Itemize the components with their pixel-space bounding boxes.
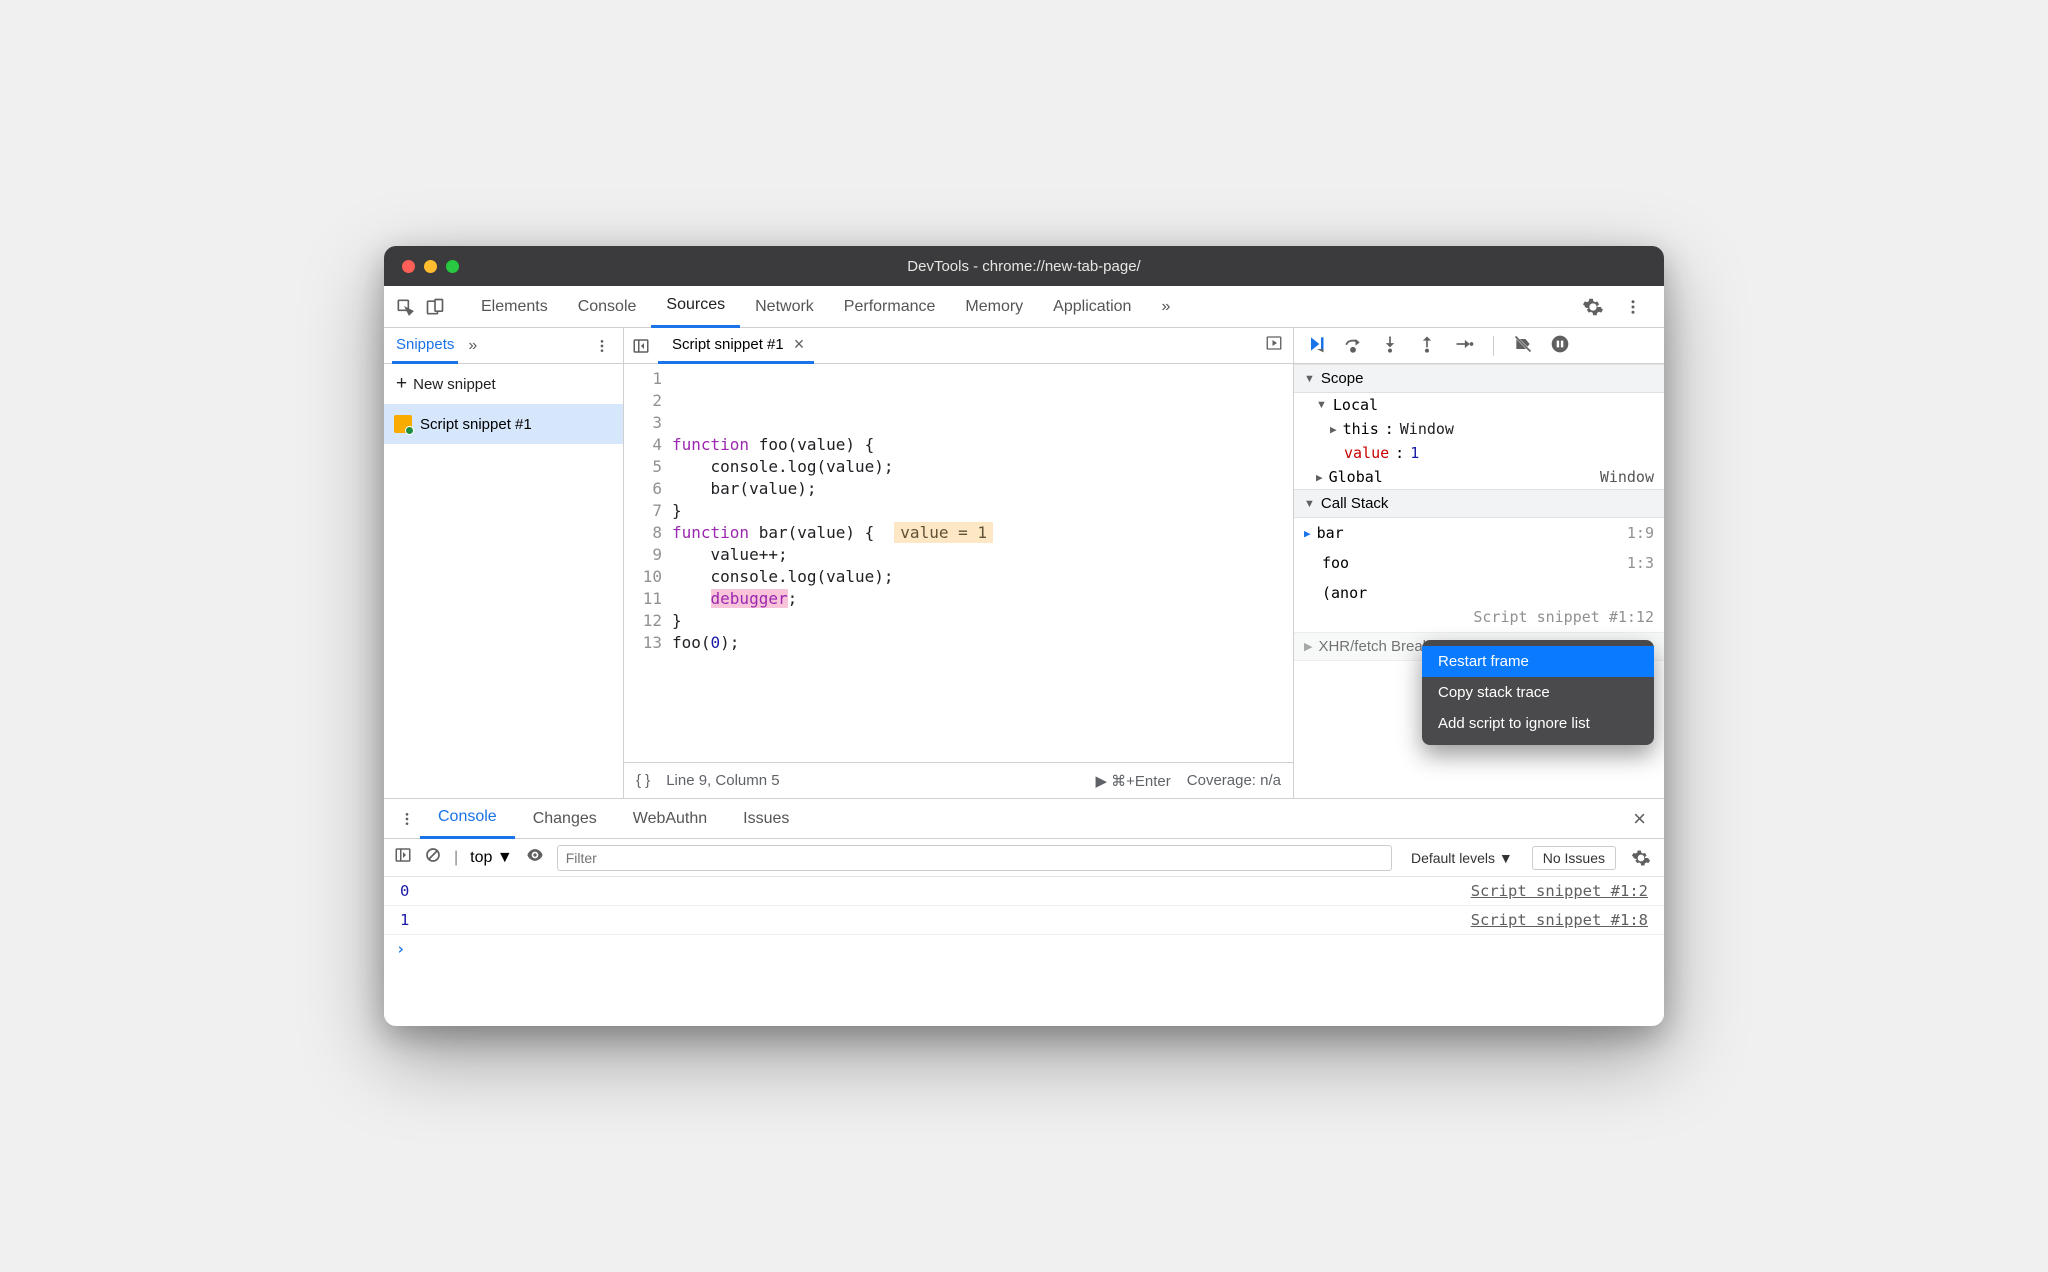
settings-icon[interactable]: [1580, 294, 1606, 320]
more-navigator-tabs-icon[interactable]: »: [468, 337, 477, 355]
editor-tab[interactable]: Script snippet #1 ×: [658, 328, 814, 364]
stack-frame-foo[interactable]: foo1:3: [1294, 548, 1664, 578]
tab-application[interactable]: Application: [1038, 286, 1146, 328]
snippet-item[interactable]: Script snippet #1: [384, 404, 623, 444]
tab-console[interactable]: Console: [563, 286, 652, 328]
ctx-copy-stack-trace[interactable]: Copy stack trace: [1422, 677, 1654, 708]
navigator-sidebar: Snippets » + New snippet Script snippet …: [384, 328, 624, 798]
drawer-tab-webauthn[interactable]: WebAuthn: [615, 799, 725, 839]
editor-tabs: Script snippet #1 ×: [624, 328, 1293, 364]
tab-elements[interactable]: Elements: [466, 286, 563, 328]
title-bar: DevTools - chrome://new-tab-page/: [384, 246, 1664, 286]
cursor-position: Line 9, Column 5: [666, 772, 779, 789]
step-out-icon[interactable]: [1417, 334, 1437, 358]
resume-icon[interactable]: [1306, 334, 1326, 358]
sidebar-tab-snippets[interactable]: Snippets: [392, 328, 458, 364]
coverage-status: Coverage: n/a: [1187, 772, 1281, 789]
ctx-add-ignore-list[interactable]: Add script to ignore list: [1422, 708, 1654, 739]
stack-frame-bar[interactable]: bar1:9: [1294, 518, 1664, 548]
console-row: 0Script snippet #1:2: [384, 877, 1664, 906]
main-tabstrip: Elements Console Sources Network Perform…: [384, 286, 1664, 328]
kebab-menu-icon[interactable]: [1620, 294, 1646, 320]
toolbar-right: [1580, 294, 1656, 320]
live-expression-icon[interactable]: [525, 845, 545, 870]
navigator-toggle-icon[interactable]: [624, 329, 658, 363]
drawer-tab-console[interactable]: Console: [420, 799, 515, 839]
drawer-tabs: Console Changes WebAuthn Issues ×: [384, 799, 1664, 839]
console-settings-icon[interactable]: [1628, 845, 1654, 871]
console-filter-input[interactable]: [557, 845, 1392, 871]
main-tabs: Elements Console Sources Network Perform…: [466, 286, 1576, 328]
device-toggle-icon[interactable]: [422, 294, 448, 320]
more-tabs-icon[interactable]: »: [1146, 286, 1185, 328]
scope-global[interactable]: ▶GlobalWindow: [1294, 465, 1664, 489]
stack-frame-anon[interactable]: (anor: [1294, 578, 1664, 608]
line-gutter: 12345678910111213: [624, 368, 672, 762]
editor-status-bar: { } Line 9, Column 5 ▶ ⌘+Enter Coverage:…: [624, 762, 1293, 798]
close-tab-icon[interactable]: ×: [794, 334, 805, 355]
console-location-link[interactable]: Script snippet #1:8: [1471, 911, 1648, 929]
step-over-icon[interactable]: [1343, 334, 1363, 358]
context-menu: Restart frame Copy stack trace Add scrip…: [1422, 640, 1654, 745]
scope-local[interactable]: ▼Local: [1294, 393, 1664, 417]
no-issues-button[interactable]: No Issues: [1532, 846, 1616, 870]
drawer: Console Changes WebAuthn Issues × | top …: [384, 798, 1664, 1026]
clear-console-icon[interactable]: [424, 846, 442, 869]
console-row: 1Script snippet #1:8: [384, 906, 1664, 935]
debugger-toolbar: [1294, 328, 1664, 364]
context-selector[interactable]: top ▼: [470, 849, 513, 867]
code-lines: function foo(value) { console.log(value)…: [672, 368, 1293, 762]
navigator-kebab-icon[interactable]: [589, 333, 615, 359]
tab-performance[interactable]: Performance: [829, 286, 951, 328]
callstack-header[interactable]: ▼Call Stack: [1294, 489, 1664, 518]
deactivate-breakpoints-icon[interactable]: [1513, 334, 1533, 358]
step-icon[interactable]: [1454, 334, 1474, 358]
snippet-name: Script snippet #1: [420, 416, 532, 433]
plus-icon: +: [396, 373, 407, 395]
new-snippet-label: New snippet: [413, 376, 496, 393]
drawer-tab-changes[interactable]: Changes: [515, 799, 615, 839]
scope-header[interactable]: ▼Scope: [1294, 364, 1664, 393]
drawer-kebab-icon[interactable]: [394, 806, 420, 832]
tab-memory[interactable]: Memory: [950, 286, 1038, 328]
tab-network[interactable]: Network: [740, 286, 829, 328]
pretty-print-icon[interactable]: { }: [636, 772, 650, 789]
code-editor[interactable]: 12345678910111213 function foo(value) { …: [624, 364, 1293, 762]
drawer-tab-issues[interactable]: Issues: [725, 799, 807, 839]
devtools-window: DevTools - chrome://new-tab-page/ Elemen…: [384, 246, 1664, 1026]
run-indicator-icon[interactable]: [1255, 334, 1293, 357]
console-sidebar-toggle-icon[interactable]: [394, 846, 412, 869]
navigator-tabs: Snippets »: [384, 328, 623, 364]
step-into-icon[interactable]: [1380, 334, 1400, 358]
snippet-file-icon: [394, 415, 412, 433]
scope-value: value: 1: [1294, 441, 1664, 465]
tab-sources[interactable]: Sources: [651, 286, 740, 328]
scope-this[interactable]: ▶this: Window: [1294, 417, 1664, 441]
console-location-link[interactable]: Script snippet #1:2: [1471, 882, 1648, 900]
console-toolbar: | top ▼ Default levels ▼ No Issues: [384, 839, 1664, 877]
run-snippet-button[interactable]: ▶ ⌘+Enter: [1095, 772, 1170, 790]
console-output: 0Script snippet #1:2 1Script snippet #1:…: [384, 877, 1664, 1026]
stack-frame-anon-loc: Script snippet #1:12: [1294, 608, 1664, 632]
ctx-restart-frame[interactable]: Restart frame: [1422, 646, 1654, 677]
log-levels-selector[interactable]: Default levels ▼: [1404, 846, 1520, 870]
new-snippet-button[interactable]: + New snippet: [384, 364, 623, 404]
editor-area: Script snippet #1 × 12345678910111213 fu…: [624, 328, 1294, 798]
editor-tab-label: Script snippet #1: [672, 336, 784, 353]
window-title: DevTools - chrome://new-tab-page/: [384, 258, 1664, 275]
console-prompt[interactable]: ›: [384, 935, 1664, 963]
close-drawer-icon[interactable]: ×: [1625, 806, 1654, 832]
inspect-element-icon[interactable]: [392, 294, 418, 320]
pause-on-exceptions-icon[interactable]: [1550, 334, 1570, 358]
